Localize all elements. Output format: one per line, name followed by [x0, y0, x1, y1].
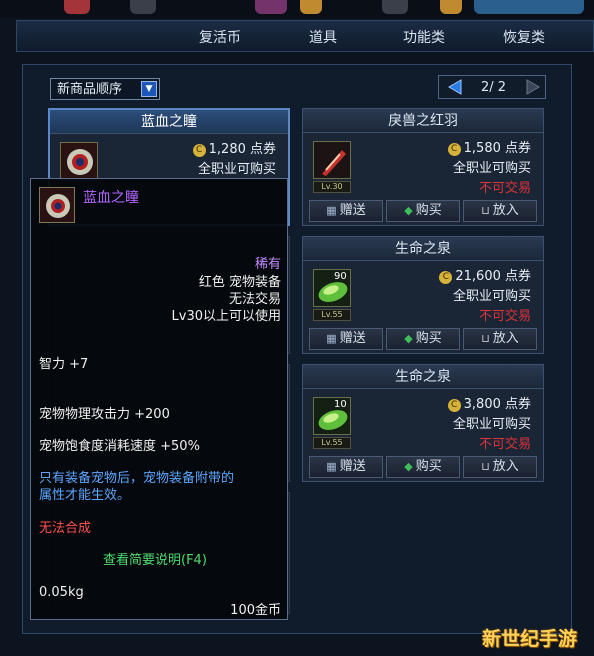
cart-icon: ⊔ [481, 332, 490, 345]
product-title: 生命之泉 [303, 237, 543, 261]
card-actions: ▦ 赠送 ◆ 购买 ⊔ 放入 [309, 456, 537, 478]
green-spring-icon: 10 [313, 397, 351, 435]
buy-button[interactable]: ◆ 购买 [386, 200, 460, 222]
stack-count: 10 [334, 399, 347, 410]
product-price: C 3,800 点券 [447, 393, 531, 412]
menu-item-recovery[interactable]: 恢复类 [503, 27, 545, 47]
red-feather-icon [313, 141, 351, 179]
top-icon [64, 0, 90, 14]
top-icon [130, 0, 156, 14]
product-card[interactable]: 戾兽之红羽 Lv.30 C 1,580 点券 全职业可购买 不可交易 ▦ 赠送 ◆ 购… [302, 108, 544, 226]
blue-eye-icon [39, 187, 75, 223]
menu-item-items[interactable]: 道具 [309, 27, 337, 47]
trade-restriction: 不可交易 [478, 437, 531, 452]
top-icon [255, 0, 287, 14]
tooltip-stat: 智力 +7 [39, 357, 89, 372]
coupon-icon: C [192, 144, 206, 157]
product-availability: 全职业可购买 [197, 162, 276, 177]
tooltip-stat: 宠物饱食度消耗速度 +50% [39, 439, 200, 454]
gift-button[interactable]: ▦ 赠送 [309, 200, 383, 222]
cart-icon: ⊔ [481, 204, 490, 217]
level-badge: Lv.55 [313, 309, 351, 321]
product-availability: 全职业可购买 [452, 161, 531, 176]
coupon-icon: C [447, 143, 461, 156]
product-title: 生命之泉 [303, 365, 543, 389]
watermark: 新世纪手游 [482, 628, 578, 650]
product-title: 蓝血之瞳 [50, 110, 288, 134]
top-strip [0, 0, 594, 18]
stack-count: 90 [334, 271, 347, 282]
pager: 2/ 2 [438, 75, 546, 99]
page-indicator: 2/ 2 [481, 80, 507, 95]
next-page-icon[interactable] [525, 79, 541, 95]
tooltip-no-combine: 无法合成 [39, 521, 92, 536]
tooltip-weight: 0.05kg [39, 585, 84, 600]
card-actions: ▦ 赠送 ◆ 购买 ⊔ 放入 [309, 328, 537, 350]
buy-icon: ◆ [404, 204, 413, 217]
coupon-icon: C [447, 399, 461, 412]
tooltip-requirement: Lv30以上可以使用 [171, 309, 281, 324]
gift-icon: ▦ [326, 460, 337, 473]
product-price: C 21,600 点券 [439, 265, 531, 284]
gift-button[interactable]: ▦ 赠送 [309, 328, 383, 350]
product-card[interactable]: 生命之泉 10 Lv.55 C 3,800 点券 全职业可购买 不可交易 ▦ 赠送 … [302, 364, 544, 482]
item-tooltip: 蓝血之瞳 稀有 红色 宠物装备 无法交易 Lv30以上可以使用 智力 +7 宠物… [30, 178, 288, 620]
buy-button[interactable]: ◆ 购买 [386, 328, 460, 350]
product-availability: 全职业可购买 [452, 289, 531, 304]
top-icon [382, 0, 408, 14]
trade-restriction: 不可交易 [478, 181, 531, 196]
cart-icon: ⊔ [481, 460, 490, 473]
category-menu: 复活币 道具 功能类 恢复类 [16, 20, 594, 52]
menu-item-function[interactable]: 功能类 [403, 27, 445, 47]
menu-item-revive-coin[interactable]: 复活币 [199, 27, 241, 47]
tooltip-rarity: 稀有 [254, 257, 281, 272]
trade-restriction: 不可交易 [478, 309, 531, 324]
product-card[interactable]: 生命之泉 90 Lv.55 C 21,600 点券 全职业可购买 不可交易 ▦ 赠送… [302, 236, 544, 354]
tooltip-item-name: 蓝血之瞳 [83, 190, 139, 206]
sort-dropdown[interactable]: 新商品顺序 ▼ [50, 78, 160, 100]
coupon-icon: C [439, 271, 453, 284]
chevron-down-icon[interactable]: ▼ [141, 81, 157, 97]
brief-description-link[interactable]: 查看简要说明(F4) [103, 549, 207, 568]
add-to-cart-button[interactable]: ⊔ 放入 [463, 456, 537, 478]
top-panel [474, 0, 584, 14]
tooltip-stat: 宠物物理攻击力 +200 [39, 407, 170, 422]
add-to-cart-button[interactable]: ⊔ 放入 [463, 200, 537, 222]
buy-button[interactable]: ◆ 购买 [386, 456, 460, 478]
top-icon [440, 0, 462, 14]
buy-icon: ◆ [404, 460, 413, 473]
tooltip-description: 属性才能生效。 [39, 488, 131, 503]
add-to-cart-button[interactable]: ⊔ 放入 [463, 328, 537, 350]
sort-dropdown-value: 新商品顺序 [57, 82, 123, 97]
blue-eye-icon [60, 142, 98, 180]
card-actions: ▦ 赠送 ◆ 购买 ⊔ 放入 [309, 200, 537, 222]
product-price: C 1,280 点券 [192, 138, 276, 157]
buy-icon: ◆ [404, 332, 413, 345]
top-icon [300, 0, 322, 14]
product-price: C 1,580 点券 [447, 137, 531, 156]
level-badge: Lv.30 [313, 181, 351, 193]
green-spring-icon: 90 [313, 269, 351, 307]
gift-icon: ▦ [326, 332, 337, 345]
gift-icon: ▦ [326, 204, 337, 217]
gift-button[interactable]: ▦ 赠送 [309, 456, 383, 478]
product-availability: 全职业可购买 [452, 417, 531, 432]
prev-page-icon[interactable] [447, 79, 463, 95]
tooltip-sell-price: 100金币 [230, 603, 281, 618]
product-title: 戾兽之红羽 [303, 109, 543, 133]
level-badge: Lv.55 [313, 437, 351, 449]
